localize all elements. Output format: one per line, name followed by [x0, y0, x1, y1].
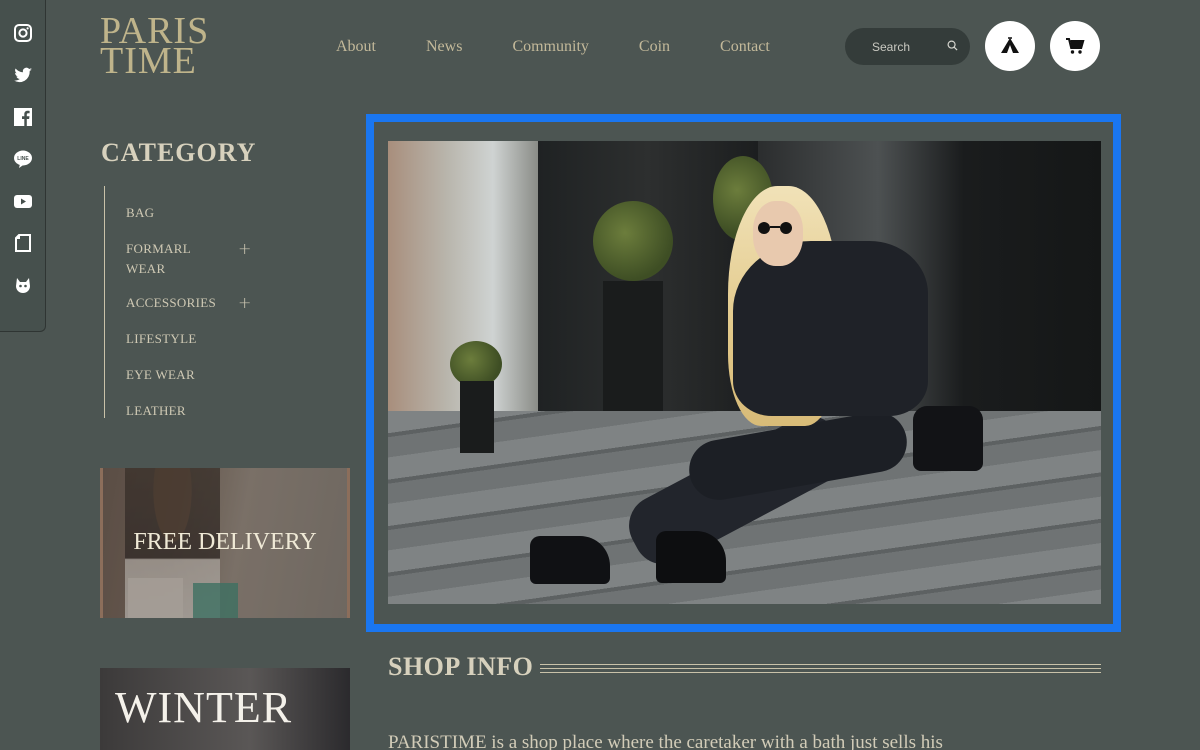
twitter-icon[interactable] [12, 64, 34, 86]
planter-image [603, 281, 663, 411]
creature-icon[interactable] [12, 274, 34, 296]
category-title: CATEGORY [101, 138, 257, 167]
nav-community[interactable]: Community [512, 38, 588, 56]
youtube-icon[interactable] [12, 190, 34, 212]
search-input[interactable]: Search [845, 28, 970, 65]
line-icon[interactable]: LINE [12, 148, 34, 170]
expand-plus-icon[interactable]: + [238, 293, 252, 313]
category-label: EYE WEAR [126, 367, 195, 382]
hero-image[interactable] [388, 141, 1101, 604]
nav-coin[interactable]: Coin [639, 38, 670, 56]
svg-text:LINE: LINE [17, 156, 29, 162]
category-item-leather[interactable]: LEATHER [126, 401, 216, 421]
plant-image [593, 201, 673, 281]
category-item-formarl-wear[interactable]: FORMARL WEAR + [126, 239, 251, 279]
category-label: LIFESTYLE [126, 331, 197, 346]
expand-plus-icon[interactable]: + [238, 239, 252, 259]
note-icon[interactable] [12, 232, 34, 254]
category-item-accessories[interactable]: ACCESSORIES + [126, 293, 251, 313]
instagram-icon[interactable] [12, 22, 34, 44]
tent-icon [1001, 37, 1019, 53]
category-item-lifestyle[interactable]: LIFESTYLE [126, 329, 216, 349]
cart-button[interactable] [1050, 21, 1100, 71]
shoe-image [656, 531, 726, 583]
nav-contact[interactable]: Contact [720, 38, 770, 56]
nav-about[interactable]: About [336, 38, 376, 56]
search-icon[interactable] [947, 40, 958, 54]
category-label: FORMARL WEAR [126, 241, 191, 276]
facebook-icon[interactable] [12, 106, 34, 128]
logo[interactable]: PARIS TIME [100, 12, 210, 82]
category-label: BAG [126, 205, 155, 220]
cart-icon [1066, 38, 1085, 54]
main-nav: About News Community Coin Contact [336, 38, 820, 56]
winter-banner[interactable]: WINTER [100, 668, 350, 750]
sunglasses-icon [758, 222, 792, 234]
handbag-image [913, 406, 983, 471]
shoe-image [530, 536, 610, 584]
free-delivery-banner[interactable]: FREE DELIVERY [100, 468, 350, 618]
nav-news[interactable]: News [426, 38, 462, 56]
hero-highlight-frame [366, 114, 1121, 632]
tent-button[interactable] [985, 21, 1035, 71]
shop-info-title: SHOP INFO [388, 652, 534, 681]
search-placeholder: Search [872, 39, 911, 54]
shop-info-text: PARISTIME is a shop place where the care… [388, 732, 943, 750]
category-item-eye-wear[interactable]: EYE WEAR [126, 365, 216, 385]
social-rail: LINE [0, 0, 46, 332]
shop-info-divider [540, 664, 1101, 673]
winter-label: WINTER [115, 683, 293, 732]
category-label: LEATHER [126, 403, 186, 418]
logo-line-2: TIME [100, 40, 197, 82]
free-delivery-label: FREE DELIVERY [133, 529, 317, 555]
model-torso [733, 241, 928, 416]
planter-image [460, 381, 494, 453]
category-label: ACCESSORIES [126, 295, 216, 310]
category-item-bag[interactable]: BAG [126, 203, 216, 223]
category-list: BAG FORMARL WEAR + ACCESSORIES + LIFESTYLE… [104, 186, 264, 418]
